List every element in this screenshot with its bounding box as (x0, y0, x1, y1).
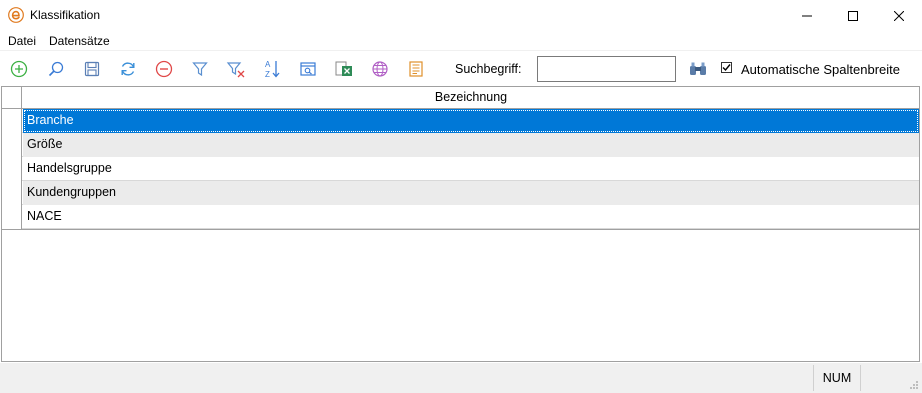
filter-icon (192, 62, 208, 77)
delete-icon (155, 60, 173, 78)
row-header[interactable] (2, 181, 22, 205)
column-header-bezeichnung[interactable]: Bezeichnung (23, 87, 919, 108)
maximize-icon (848, 10, 858, 21)
header-corner[interactable] (2, 87, 22, 108)
clear-filter-button[interactable] (225, 58, 247, 80)
table-cell[interactable]: Kundengruppen (23, 181, 919, 205)
menu-bar: Datei Datensätze (0, 31, 922, 51)
row-header[interactable] (2, 109, 22, 133)
search-label: Suchbegriff: (455, 62, 522, 76)
save-icon (84, 61, 100, 77)
checkmark-icon (722, 64, 731, 72)
add-icon (10, 60, 28, 78)
delete-button[interactable] (153, 58, 175, 80)
report-button[interactable] (405, 58, 427, 80)
web-icon (372, 61, 388, 77)
grid-end-line (2, 229, 919, 231)
refresh-icon (121, 62, 135, 76)
status-bar: NUM (0, 363, 922, 393)
add-button[interactable] (8, 58, 30, 80)
minimize-button[interactable] (784, 0, 830, 31)
svg-text:A: A (265, 60, 271, 69)
table-cell[interactable]: Branche (23, 109, 919, 133)
data-grid: Bezeichnung Branche Größe Handelsgruppe … (1, 86, 920, 362)
e-logo-icon (8, 7, 24, 23)
report-icon (409, 61, 423, 77)
table-row[interactable]: NACE (2, 205, 919, 229)
form-view-button[interactable] (297, 58, 319, 80)
web-button[interactable] (369, 58, 391, 80)
table-cell[interactable]: NACE (23, 205, 919, 229)
toolbar: AZ Suchbegriff: Automatische Spaltenbrei… (0, 52, 922, 86)
search-icon (48, 61, 64, 77)
sort-button[interactable]: AZ (261, 58, 283, 80)
auto-width-label: Automatische Spaltenbreite (741, 62, 900, 77)
excel-export-button[interactable] (333, 58, 355, 80)
table-row[interactable]: Größe (2, 133, 919, 157)
row-header[interactable] (2, 157, 22, 181)
binoculars-icon (690, 62, 706, 75)
table-cell[interactable]: Größe (23, 133, 919, 157)
window-title: Klassifikation (30, 8, 101, 22)
close-icon (894, 10, 904, 21)
find-button[interactable] (687, 59, 709, 79)
grid-header: Bezeichnung (2, 87, 919, 109)
clear-filter-icon (226, 62, 245, 78)
svg-text:Z: Z (265, 70, 270, 79)
row-header[interactable] (2, 205, 22, 229)
resize-grip-icon[interactable] (909, 380, 919, 390)
menu-datensaetze[interactable]: Datensätze (49, 34, 110, 48)
excel-export-icon (335, 61, 352, 76)
auto-width-checkbox[interactable] (721, 62, 732, 73)
sort-az-icon: AZ (265, 60, 280, 79)
num-lock-indicator: NUM (813, 365, 861, 391)
table-cell[interactable]: Handelsgruppe (23, 157, 919, 181)
save-button[interactable] (81, 58, 103, 80)
refresh-button[interactable] (117, 58, 139, 80)
search-button[interactable] (45, 58, 67, 80)
minimize-icon (802, 15, 812, 16)
row-header[interactable] (2, 133, 22, 157)
table-row[interactable]: Kundengruppen (2, 181, 919, 205)
table-row[interactable]: Handelsgruppe (2, 157, 919, 181)
maximize-button[interactable] (830, 0, 876, 31)
table-row[interactable]: Branche (2, 109, 919, 133)
close-button[interactable] (876, 0, 922, 31)
filter-button[interactable] (189, 58, 211, 80)
menu-datei[interactable]: Datei (8, 34, 36, 48)
title-bar: Klassifikation (0, 0, 922, 31)
form-view-icon (300, 62, 316, 76)
search-input[interactable] (537, 56, 676, 82)
